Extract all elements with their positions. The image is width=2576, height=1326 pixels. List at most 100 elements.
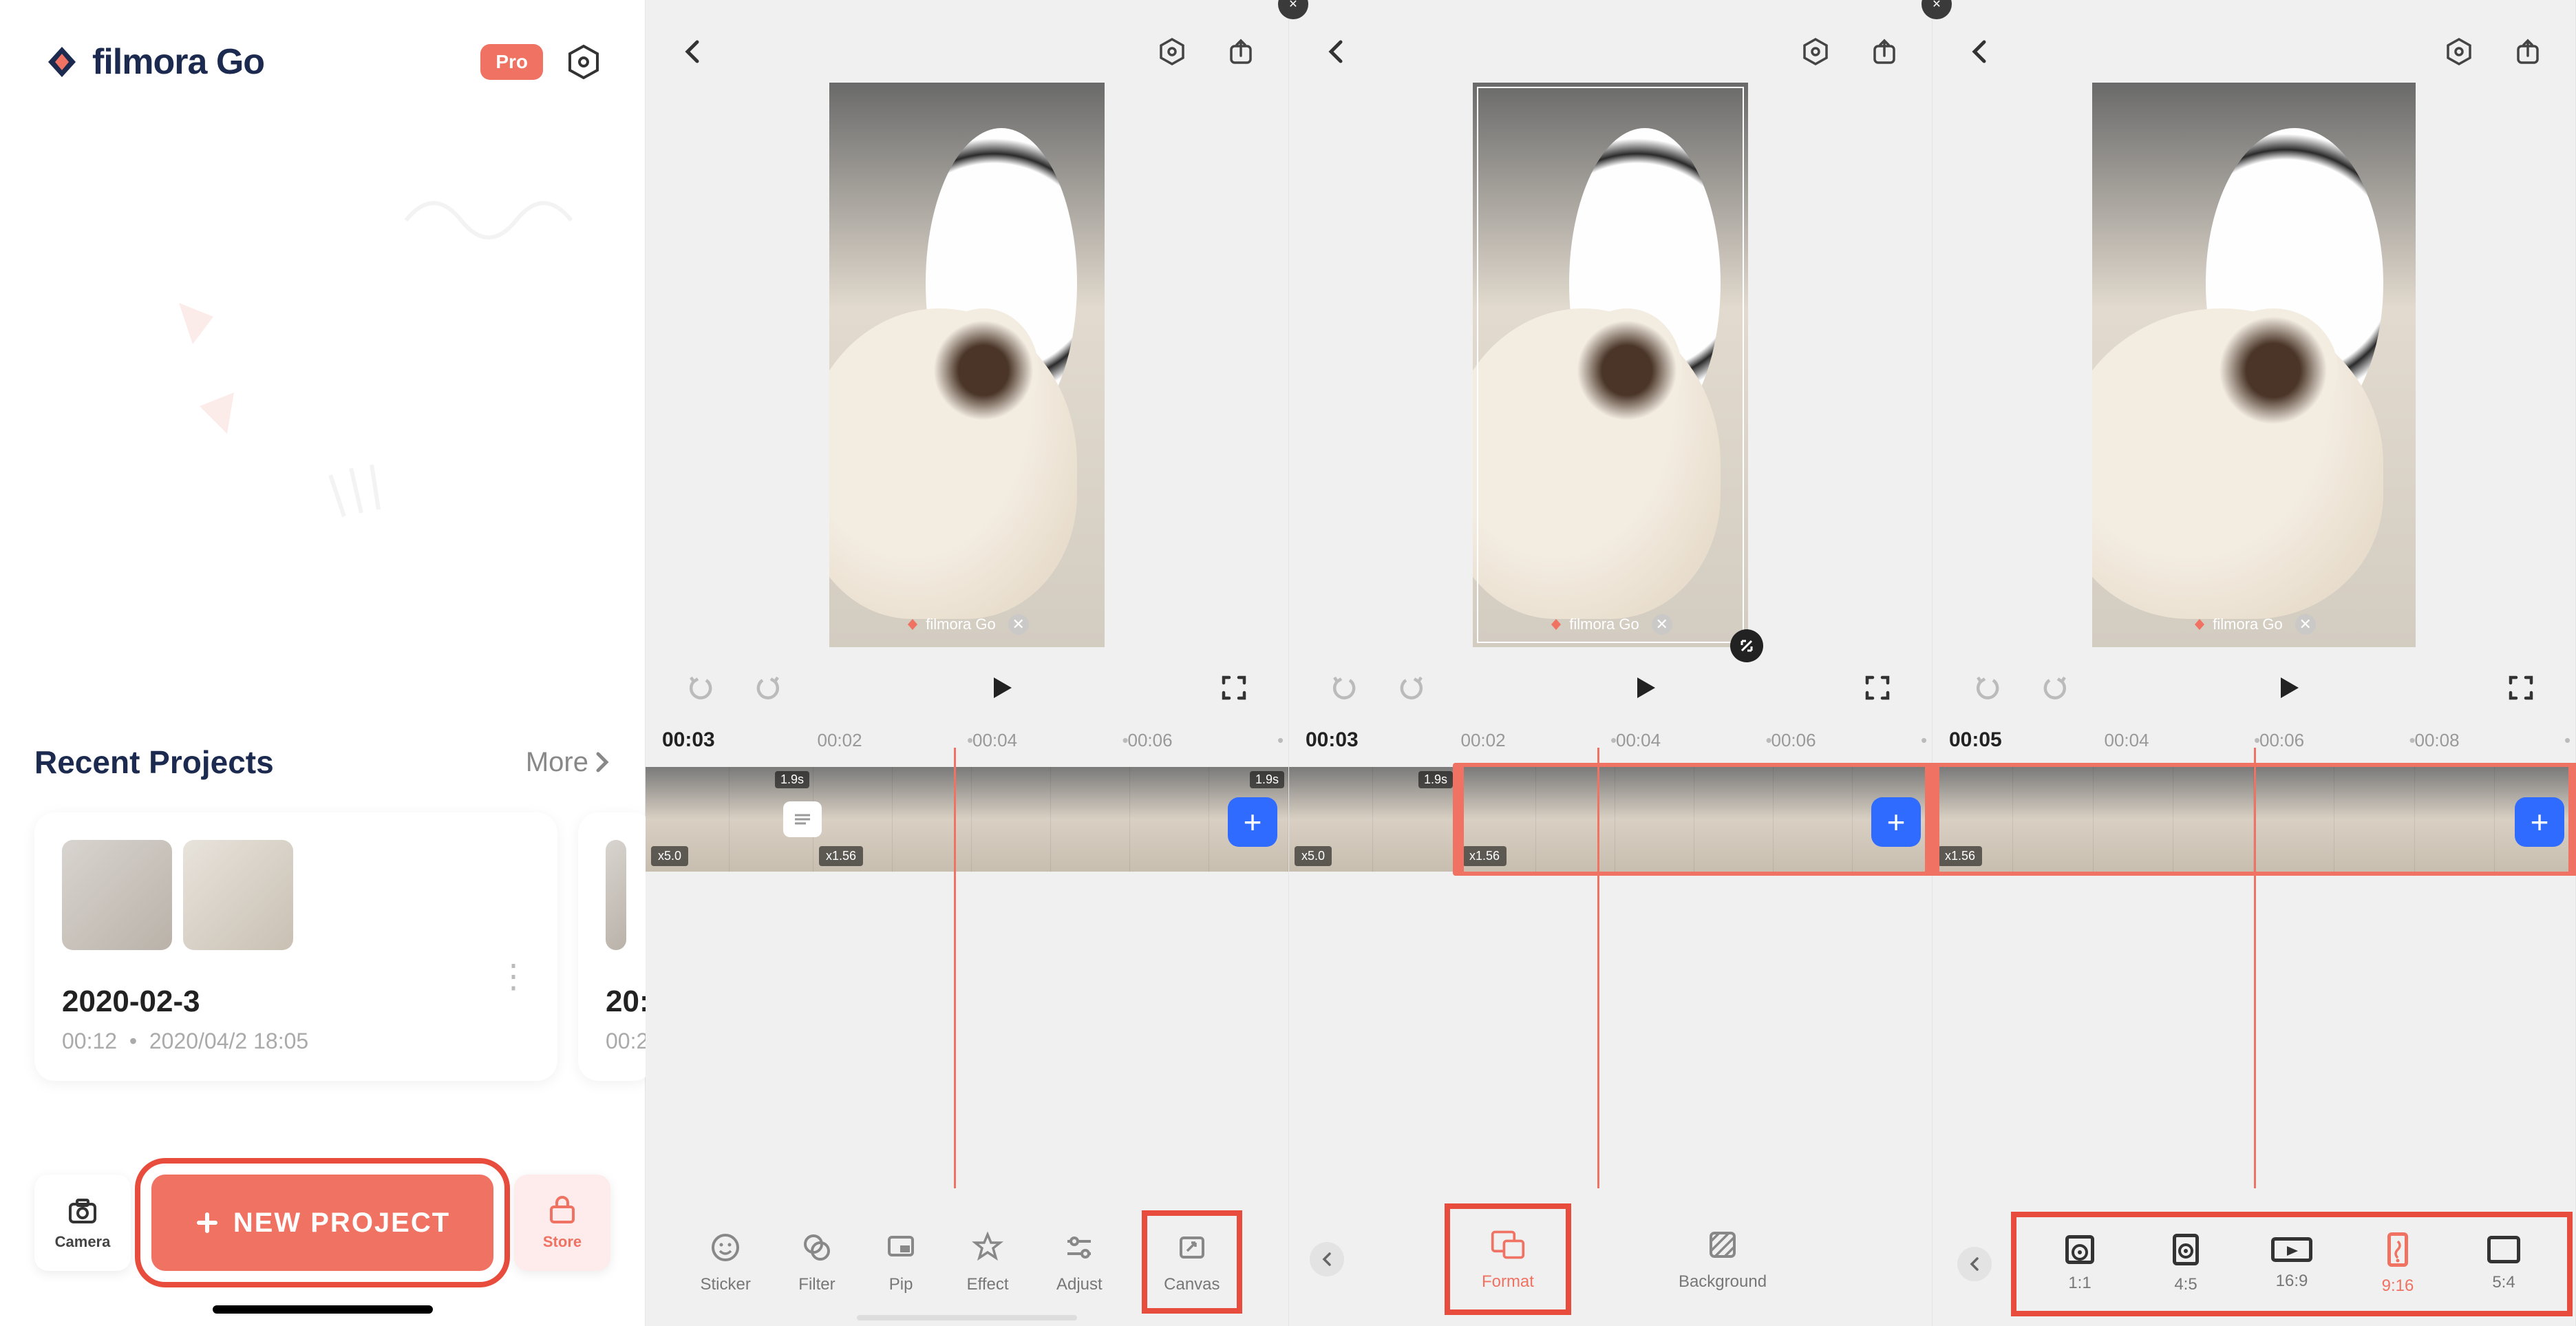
timeline[interactable]: 1.9s x5.0 x1.56 + bbox=[1289, 767, 1932, 872]
format-5-4[interactable]: 5:4 bbox=[2456, 1236, 2552, 1292]
clip-trim-right[interactable] bbox=[2568, 763, 2576, 876]
editor-screen-canvas: ✕ filmora Go✕ 00:03 00:02• 00:04• 00:06•… bbox=[1289, 0, 1933, 1326]
add-clip-button[interactable]: + bbox=[2515, 797, 2564, 847]
clip-trim-left[interactable] bbox=[1453, 763, 1464, 876]
playhead[interactable] bbox=[1597, 748, 1599, 1188]
new-project-button[interactable]: NEW PROJECT bbox=[151, 1175, 493, 1271]
watermark: filmora Go✕ bbox=[1473, 614, 1748, 635]
project-thumbnail bbox=[62, 840, 172, 950]
editor-screen-tools: filmora Go ✕ 00:03 00:02• 00:04• 00:06• … bbox=[646, 0, 1289, 1326]
back-button[interactable] bbox=[1963, 34, 1997, 69]
tool-canvas[interactable]: Canvas bbox=[1150, 1219, 1233, 1305]
undo-button[interactable] bbox=[1326, 671, 1361, 705]
project-meta: 00:12 • 2020/04/2 18:05 bbox=[62, 1029, 530, 1054]
format-1-1[interactable]: 1:1 bbox=[2032, 1235, 2128, 1293]
remove-watermark-button[interactable]: ✕ bbox=[2295, 614, 2316, 635]
decorative-doodle bbox=[172, 179, 585, 523]
format-16-9[interactable]: 16:9 bbox=[2244, 1237, 2340, 1291]
playhead[interactable] bbox=[954, 748, 956, 1188]
clip-speed: x5.0 bbox=[1295, 846, 1332, 866]
toolbar-back-button[interactable] bbox=[1957, 1247, 1992, 1281]
settings-hex-button[interactable] bbox=[1155, 34, 1189, 69]
home-topbar: filmora Go Pro bbox=[0, 0, 645, 83]
settings-hex-button[interactable] bbox=[2442, 34, 2476, 69]
home-bottom-row: Camera NEW PROJECT Store bbox=[34, 1175, 610, 1271]
add-clip-button[interactable]: + bbox=[1228, 797, 1277, 847]
play-button[interactable] bbox=[984, 671, 1019, 705]
undo-button[interactable] bbox=[683, 671, 717, 705]
tool-adjust[interactable]: Adjust bbox=[1056, 1230, 1103, 1294]
tool-filter[interactable]: Filter bbox=[798, 1230, 835, 1294]
fullscreen-button[interactable] bbox=[1860, 671, 1895, 705]
timeline[interactable]: 1.9s x5.0 1.9s x1.56 + bbox=[646, 767, 1288, 872]
format-4-5[interactable]: 4:5 bbox=[2138, 1234, 2234, 1294]
scroll-indicator bbox=[857, 1315, 1077, 1320]
playhead[interactable] bbox=[2254, 748, 2256, 1188]
video-preview[interactable]: filmora Go✕ bbox=[2092, 83, 2416, 647]
undo-button[interactable] bbox=[1970, 671, 2004, 705]
video-preview[interactable]: filmora Go ✕ bbox=[829, 83, 1105, 647]
recent-projects-header: Recent Projects More bbox=[34, 744, 610, 781]
play-button[interactable] bbox=[1628, 671, 1662, 705]
tool-background[interactable]: Background bbox=[1679, 1227, 1767, 1292]
redo-button[interactable] bbox=[1395, 671, 1429, 705]
clip-duration: 1.9s bbox=[1250, 771, 1284, 788]
timeline-clip[interactable]: 1.9s x5.0 bbox=[646, 767, 813, 872]
play-button[interactable] bbox=[2271, 671, 2306, 705]
more-link[interactable]: More bbox=[526, 747, 610, 778]
editor-topbar bbox=[646, 0, 1288, 69]
transport-controls bbox=[646, 647, 1288, 728]
toolbar-back-button[interactable] bbox=[1310, 1242, 1344, 1276]
project-menu-button[interactable]: ⋮ bbox=[497, 957, 530, 996]
pro-badge[interactable]: Pro bbox=[480, 44, 543, 80]
timeline[interactable]: x1.56 + bbox=[1933, 767, 2575, 872]
remove-watermark-button[interactable]: ✕ bbox=[1652, 614, 1672, 635]
fullscreen-button[interactable] bbox=[2504, 671, 2538, 705]
home-indicator bbox=[213, 1305, 433, 1314]
tool-format[interactable]: Format bbox=[1454, 1213, 1562, 1305]
fullscreen-button[interactable] bbox=[1217, 671, 1251, 705]
project-title: 20: bbox=[606, 985, 626, 1019]
editor-screen-format: ✕ filmora Go✕ 00:05 00:04• 00:06• 00:08•… bbox=[1933, 0, 2576, 1326]
recent-projects-title: Recent Projects bbox=[34, 744, 274, 781]
watermark: filmora Go ✕ bbox=[829, 614, 1105, 635]
timeline-clip[interactable]: 1.9s x5.0 bbox=[1289, 767, 1457, 872]
project-card[interactable]: 20: 00:2 bbox=[578, 812, 654, 1081]
project-thumbnail bbox=[606, 840, 626, 950]
clip-selection bbox=[1457, 763, 1932, 876]
clip-trim-left[interactable] bbox=[1928, 763, 1939, 876]
redo-button[interactable] bbox=[2039, 671, 2073, 705]
tool-effect[interactable]: Effect bbox=[967, 1230, 1009, 1294]
export-button[interactable] bbox=[1224, 34, 1258, 69]
add-clip-button[interactable]: + bbox=[1871, 797, 1921, 847]
redo-button[interactable] bbox=[752, 671, 786, 705]
clip-duration: 1.9s bbox=[775, 771, 809, 788]
clip-duration: 1.9s bbox=[1418, 771, 1453, 788]
resize-handle[interactable] bbox=[1730, 629, 1763, 662]
export-button[interactable] bbox=[1867, 34, 1902, 69]
clip-speed: x1.56 bbox=[819, 846, 863, 866]
settings-button[interactable] bbox=[564, 42, 604, 82]
remove-watermark-button[interactable]: ✕ bbox=[1008, 614, 1029, 635]
project-title: 2020-02-3 bbox=[62, 985, 530, 1019]
tool-sticker[interactable]: Sticker bbox=[700, 1230, 750, 1294]
export-button[interactable] bbox=[2511, 34, 2545, 69]
back-button[interactable] bbox=[1319, 34, 1354, 69]
timeline-clip[interactable]: 1.9s x1.56 bbox=[813, 767, 1288, 872]
project-thumbnail bbox=[183, 840, 293, 950]
timecode-ruler: 00:03 00:02• 00:04• 00:06• bbox=[646, 728, 1288, 752]
format-9-16[interactable]: 9:16 bbox=[2350, 1232, 2446, 1296]
video-preview[interactable]: filmora Go✕ bbox=[1473, 83, 1748, 647]
transition-button[interactable] bbox=[783, 801, 822, 837]
camera-button[interactable]: Camera bbox=[34, 1175, 131, 1271]
store-button[interactable]: Store bbox=[514, 1175, 610, 1271]
watermark: filmora Go✕ bbox=[2092, 614, 2416, 635]
app-name: filmora Go bbox=[92, 41, 264, 83]
back-button[interactable] bbox=[676, 34, 710, 69]
settings-hex-button[interactable] bbox=[1798, 34, 1833, 69]
tool-pip[interactable]: Pip bbox=[883, 1230, 919, 1294]
home-screen: filmora Go Pro Recent Projects More 202 bbox=[0, 0, 646, 1326]
project-card[interactable]: 2020-02-3 00:12 • 2020/04/2 18:05 ⋮ bbox=[34, 812, 557, 1081]
editor-toolbar: Sticker Filter Pip Effect Adjust Canvas bbox=[646, 1219, 1288, 1305]
app-logo: filmora Go bbox=[41, 41, 264, 83]
